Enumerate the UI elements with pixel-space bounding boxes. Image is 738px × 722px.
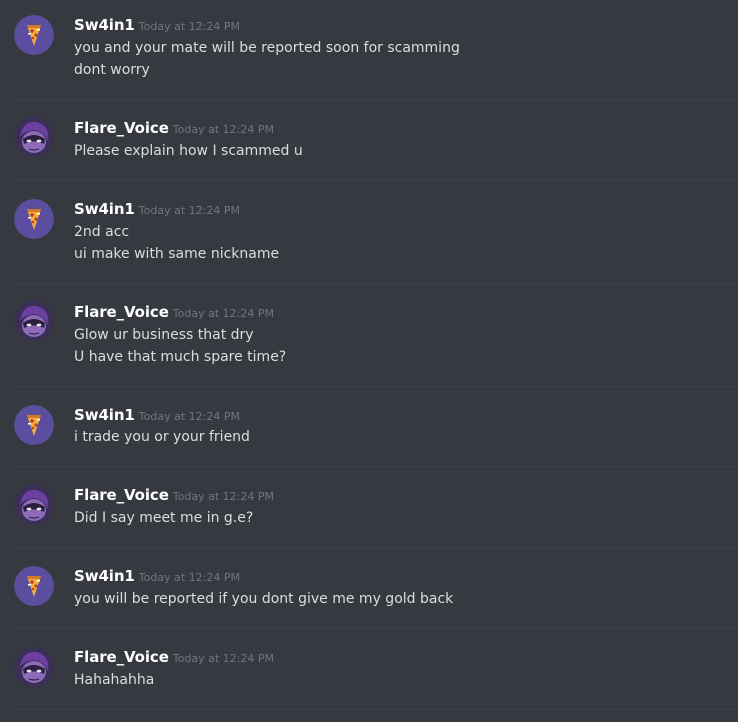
message-header: Flare_Voice Today at 12:24 PM — [74, 485, 274, 504]
message-text: U have that much spare time? — [74, 349, 287, 365]
masked-character-avatar-icon — [14, 485, 54, 525]
avatar-sw4in1[interactable] — [14, 405, 54, 445]
masked-character-avatar-icon — [14, 117, 54, 157]
message-header: Sw4in1 Today at 12:24 PM — [74, 199, 240, 218]
username[interactable]: Sw4in1 — [74, 16, 135, 34]
message-text: Hahahahha — [74, 672, 155, 688]
message-divider — [14, 466, 738, 467]
message-divider — [14, 99, 738, 100]
avatar-flare-voice[interactable] — [14, 117, 54, 157]
message-text: ui make with same nickname — [74, 246, 280, 262]
message-divider — [14, 283, 738, 284]
message-divider — [14, 180, 738, 181]
timestamp: Today at 12:24 PM — [138, 20, 240, 33]
username[interactable]: Flare_Voice — [74, 486, 169, 504]
pizza-avatar-icon — [14, 15, 54, 55]
username[interactable]: Sw4in1 — [74, 567, 135, 585]
timestamp: Today at 12:24 PM — [138, 410, 240, 423]
timestamp: Today at 12:24 PM — [172, 652, 274, 665]
chat-message-list: Sw4in1 Today at 12:24 PM you and your mat… — [0, 0, 738, 722]
masked-character-avatar-icon — [14, 301, 54, 341]
message-text: Please explain how I scammed u — [74, 143, 303, 159]
message-divider — [14, 547, 738, 548]
message-text: you and your mate will be reported soon … — [74, 40, 460, 56]
pizza-avatar-icon — [14, 405, 54, 445]
avatar-flare-voice[interactable] — [14, 301, 54, 341]
message-divider — [14, 386, 738, 387]
avatar-flare-voice[interactable] — [14, 485, 54, 525]
avatar-sw4in1[interactable] — [14, 566, 54, 606]
username[interactable]: Flare_Voice — [74, 303, 169, 321]
timestamp: Today at 12:24 PM — [138, 571, 240, 584]
message-text: Did I say meet me in g.e? — [74, 510, 254, 526]
message-text: i trade you or your friend — [74, 429, 250, 445]
username[interactable]: Flare_Voice — [74, 119, 169, 137]
message-header: Flare_Voice Today at 12:24 PM — [74, 647, 274, 666]
message-text: dont worry — [74, 62, 150, 78]
username[interactable]: Sw4in1 — [74, 406, 135, 424]
timestamp: Today at 12:24 PM — [172, 123, 274, 136]
pizza-avatar-icon — [14, 566, 54, 606]
avatar-sw4in1[interactable] — [14, 199, 54, 239]
message-header: Flare_Voice Today at 12:24 PM — [74, 118, 274, 137]
pizza-avatar-icon — [14, 199, 54, 239]
message-text: 2nd acc — [74, 224, 130, 240]
username[interactable]: Flare_Voice — [74, 648, 169, 666]
message-text: Glow ur business that dry — [74, 327, 254, 343]
message-divider — [14, 628, 738, 629]
avatar-flare-voice[interactable] — [14, 647, 54, 687]
masked-character-avatar-icon — [14, 647, 54, 687]
message-header: Sw4in1 Today at 12:24 PM — [74, 566, 240, 585]
message-header: Sw4in1 Today at 12:24 PM — [74, 405, 240, 424]
username[interactable]: Sw4in1 — [74, 200, 135, 218]
message-header: Sw4in1 Today at 12:24 PM — [74, 15, 240, 34]
timestamp: Today at 12:24 PM — [138, 204, 240, 217]
timestamp: Today at 12:24 PM — [172, 490, 274, 503]
message-divider — [14, 709, 738, 710]
timestamp: Today at 12:24 PM — [172, 307, 274, 320]
avatar-sw4in1[interactable] — [14, 15, 54, 55]
message-header: Flare_Voice Today at 12:24 PM — [74, 302, 274, 321]
message-text: you will be reported if you dont give me… — [74, 591, 454, 607]
